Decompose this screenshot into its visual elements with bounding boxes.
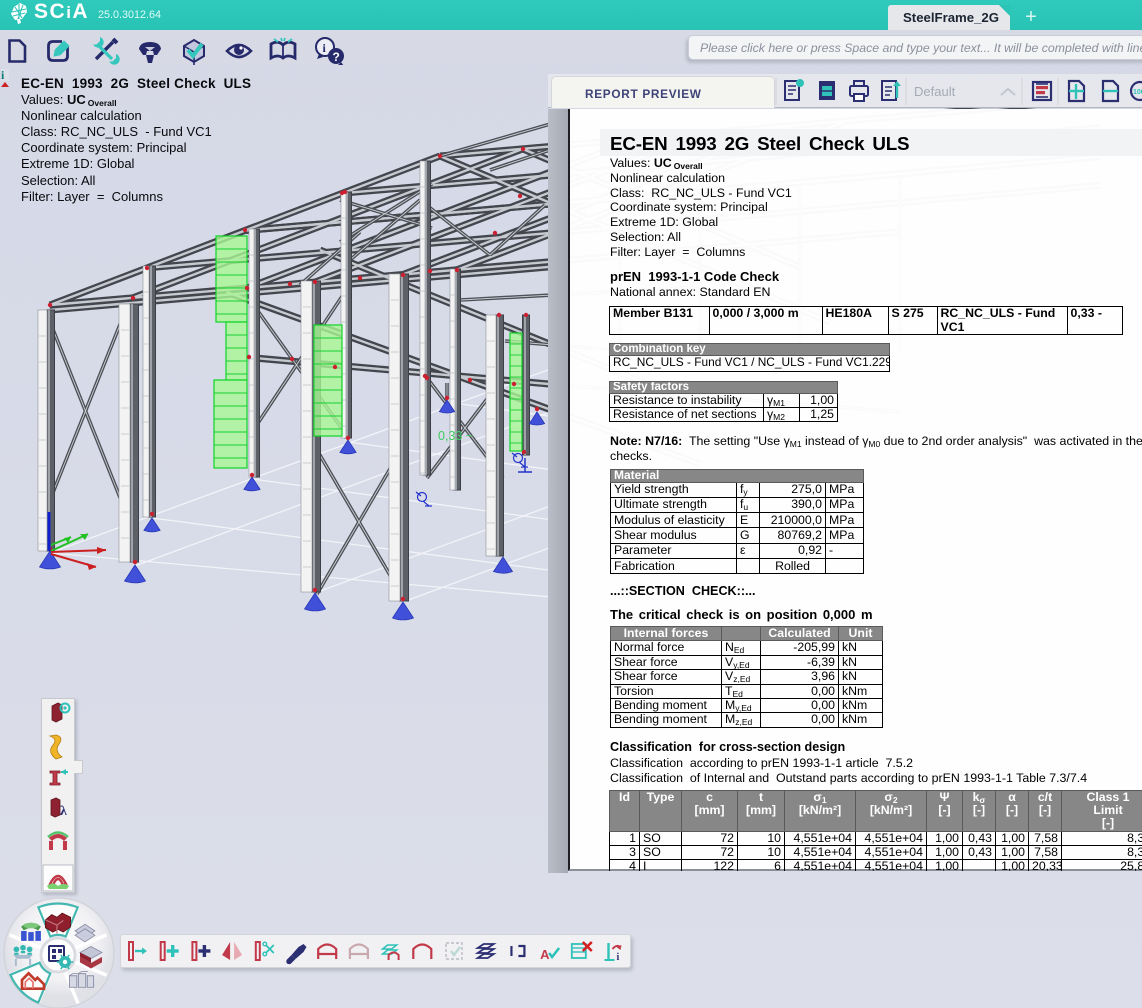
- svg-text:λ: λ: [60, 804, 67, 819]
- svg-text:?: ?: [333, 50, 340, 64]
- svg-text:i: i: [617, 952, 620, 963]
- svg-text:I: I: [509, 943, 513, 960]
- svg-text:A: A: [540, 947, 550, 962]
- svg-text:100: 100: [1133, 89, 1142, 96]
- svg-text:Default: Default: [914, 84, 956, 99]
- svg-text:0,33 ~: 0,33 ~: [438, 429, 473, 443]
